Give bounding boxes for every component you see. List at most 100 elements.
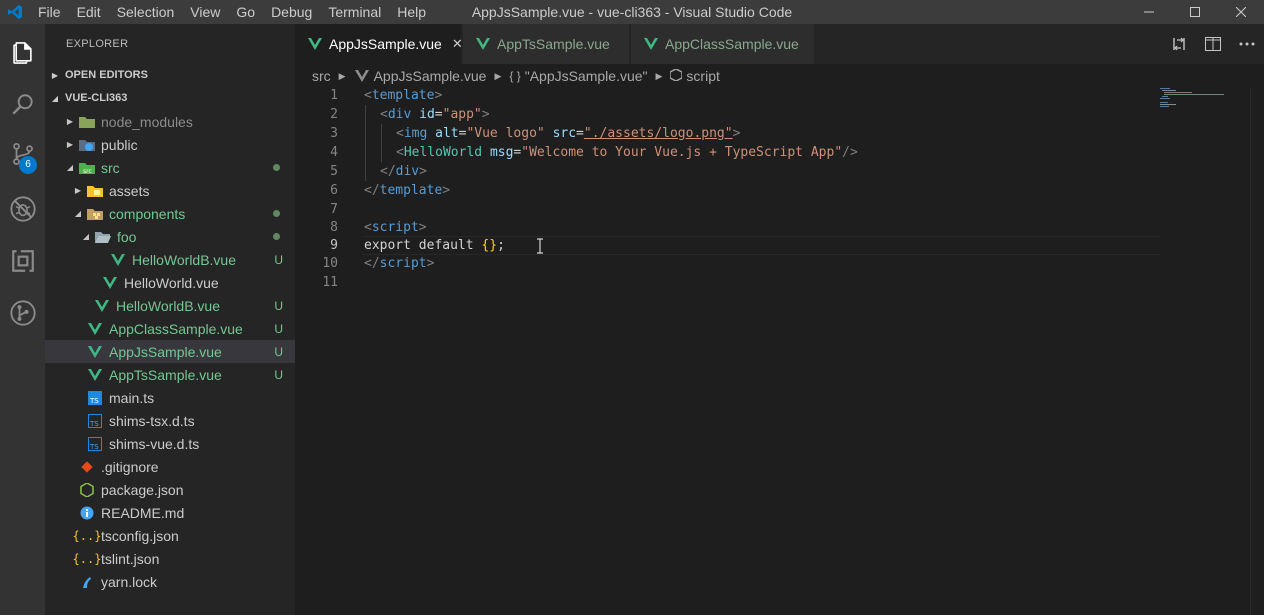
tree-item-shims-vue[interactable]: TS shims-vue.d.ts — [45, 432, 295, 455]
tab-apptssample[interactable]: AppTsSample.vue — [463, 24, 630, 64]
open-editors-label: OPEN EDITORS — [65, 69, 148, 81]
tree-item-public[interactable]: ▶ public — [45, 133, 295, 156]
line-number: 10 — [322, 256, 338, 271]
minimize-button[interactable] — [1126, 0, 1172, 24]
tree-item-label: assets — [109, 182, 150, 199]
extensions-icon[interactable] — [0, 237, 45, 285]
code-editor[interactable]: 1 2 3 4 5 6 7 8 9 10 11 <template> <div … — [295, 88, 1264, 615]
attr-value: "Welcome to Your Vue.js + TypeScript App… — [521, 145, 843, 160]
tab-label: AppClassSample.vue — [665, 36, 799, 52]
code-line-9: export default {}; — [364, 236, 505, 255]
breadcrumb-leaf[interactable]: script — [686, 68, 719, 84]
breadcrumb-folder[interactable]: src — [312, 68, 331, 84]
open-editors-section[interactable]: ▶ OPEN EDITORS — [45, 64, 295, 86]
menu-debug[interactable]: Debug — [263, 0, 320, 24]
attr-value-link[interactable]: "./assets/logo.png" — [584, 126, 733, 141]
typescript-def-icon: TS — [87, 413, 103, 429]
line-number: 5 — [330, 164, 338, 179]
git-history-icon[interactable] — [0, 289, 45, 337]
menu-go[interactable]: Go — [228, 0, 263, 24]
tree-item-shims-tsx[interactable]: TS shims-tsx.d.ts — [45, 409, 295, 432]
chevron-down-icon: ◢ — [74, 209, 82, 218]
close-window-button[interactable] — [1218, 0, 1264, 24]
vue-file-icon — [475, 36, 491, 52]
tag-name: img — [403, 126, 428, 141]
attr-name: msg — [489, 145, 514, 160]
tag-name: div — [387, 107, 412, 122]
editor-tabs: AppJsSample.vue ✕ AppTsSample.vue AppCla… — [295, 24, 1264, 64]
menu-help[interactable]: Help — [389, 0, 434, 24]
modified-dot — [273, 210, 280, 217]
breadcrumb-file[interactable]: AppJsSample.vue — [374, 68, 487, 84]
modified-dot — [273, 164, 280, 171]
assets-folder-icon — [87, 183, 103, 199]
tag-name: script — [371, 220, 419, 235]
tree-item-package-json[interactable]: package.json — [45, 478, 295, 501]
project-section[interactable]: ◢ VUE-CLI363 — [45, 87, 295, 109]
chevron-right-icon: ▶ — [51, 70, 59, 80]
code-line-4: <HelloWorld msg="Welcome to Your Vue.js … — [396, 145, 858, 160]
git-file-icon — [79, 459, 95, 475]
line-number: 4 — [330, 145, 338, 160]
attr-value: "Vue logo" — [466, 126, 545, 141]
menu-selection[interactable]: Selection — [109, 0, 183, 24]
tree-item-node-modules[interactable]: ▶ node_modules — [45, 110, 295, 133]
tree-item-helloworldb[interactable]: HelloWorldB.vue U — [45, 294, 295, 317]
tree-item-label: main.ts — [109, 389, 155, 406]
explorer-icon[interactable] — [0, 29, 45, 77]
vue-file-icon — [354, 68, 370, 84]
tree-item-label: tsconfig.json — [101, 527, 179, 544]
more-actions-icon[interactable] — [1230, 24, 1264, 64]
tree-item-label: AppClassSample.vue — [109, 320, 243, 337]
tag-name: template — [371, 88, 435, 103]
tree-item-tsconfig[interactable]: {..} tsconfig.json — [45, 524, 295, 547]
tree-item-readme[interactable]: README.md — [45, 501, 295, 524]
tag-name: template — [379, 183, 443, 198]
untracked-badge: U — [274, 252, 283, 267]
split-editor-icon[interactable] — [1196, 24, 1230, 64]
tree-item-components[interactable]: ◢ components — [45, 202, 295, 225]
tree-item-apptssample[interactable]: AppTsSample.vue U — [45, 363, 295, 386]
tree-item-helloworldb-foo[interactable]: HelloWorldB.vue U — [45, 248, 295, 271]
tag-name: script — [379, 256, 427, 271]
tree-item-appjssample[interactable]: AppJsSample.vue U — [45, 340, 295, 363]
vue-file-icon — [87, 344, 103, 360]
menu-terminal[interactable]: Terminal — [320, 0, 389, 24]
tree-item-helloworld[interactable]: HelloWorld.vue — [45, 271, 295, 294]
tree-item-yarn-lock[interactable]: yarn.lock — [45, 570, 295, 593]
menu-file[interactable]: File — [30, 0, 69, 24]
info-file-icon — [79, 505, 95, 521]
tree-item-foo[interactable]: ◢ foo — [45, 225, 295, 248]
line-number: 6 — [330, 183, 338, 198]
close-icon[interactable]: ✕ — [452, 36, 463, 52]
maximize-button[interactable] — [1172, 0, 1218, 24]
tree-item-appclasssample[interactable]: AppClassSample.vue U — [45, 317, 295, 340]
untracked-badge: U — [274, 367, 283, 382]
vue-file-icon — [307, 36, 323, 52]
tree-item-label: tslint.json — [101, 550, 160, 567]
tree-item-main-ts[interactable]: TS main.ts — [45, 386, 295, 409]
vue-file-icon — [94, 298, 110, 314]
menu-view[interactable]: View — [182, 0, 228, 24]
tree-item-label: shims-tsx.d.ts — [109, 412, 195, 429]
tree-item-src[interactable]: ◢ src src — [45, 156, 295, 179]
tree-item-gitignore[interactable]: .gitignore — [45, 455, 295, 478]
breadcrumb-symbol[interactable]: "AppJsSample.vue" — [525, 68, 648, 84]
menu-edit[interactable]: Edit — [69, 0, 109, 24]
keyword: export — [364, 238, 411, 253]
component-name: HelloWorld — [403, 145, 483, 160]
tab-appclasssample[interactable]: AppClassSample.vue — [631, 24, 815, 64]
debug-icon[interactable] — [0, 185, 45, 233]
chevron-right-icon: ▶ — [338, 70, 346, 81]
vscode-logo-icon — [0, 0, 30, 24]
tree-item-assets[interactable]: ▶ assets — [45, 179, 295, 202]
open-changes-icon[interactable] — [1162, 24, 1196, 64]
svg-text:TS: TS — [89, 420, 99, 428]
vertical-scrollbar[interactable] — [1250, 88, 1264, 615]
search-icon[interactable] — [0, 81, 45, 129]
tab-appjssample[interactable]: AppJsSample.vue ✕ — [295, 24, 463, 64]
tree-item-label: HelloWorldB.vue — [132, 251, 237, 268]
tree-item-tslint[interactable]: {..} tslint.json — [45, 547, 295, 570]
components-folder-icon — [87, 206, 103, 222]
minimap[interactable] — [1160, 88, 1230, 118]
